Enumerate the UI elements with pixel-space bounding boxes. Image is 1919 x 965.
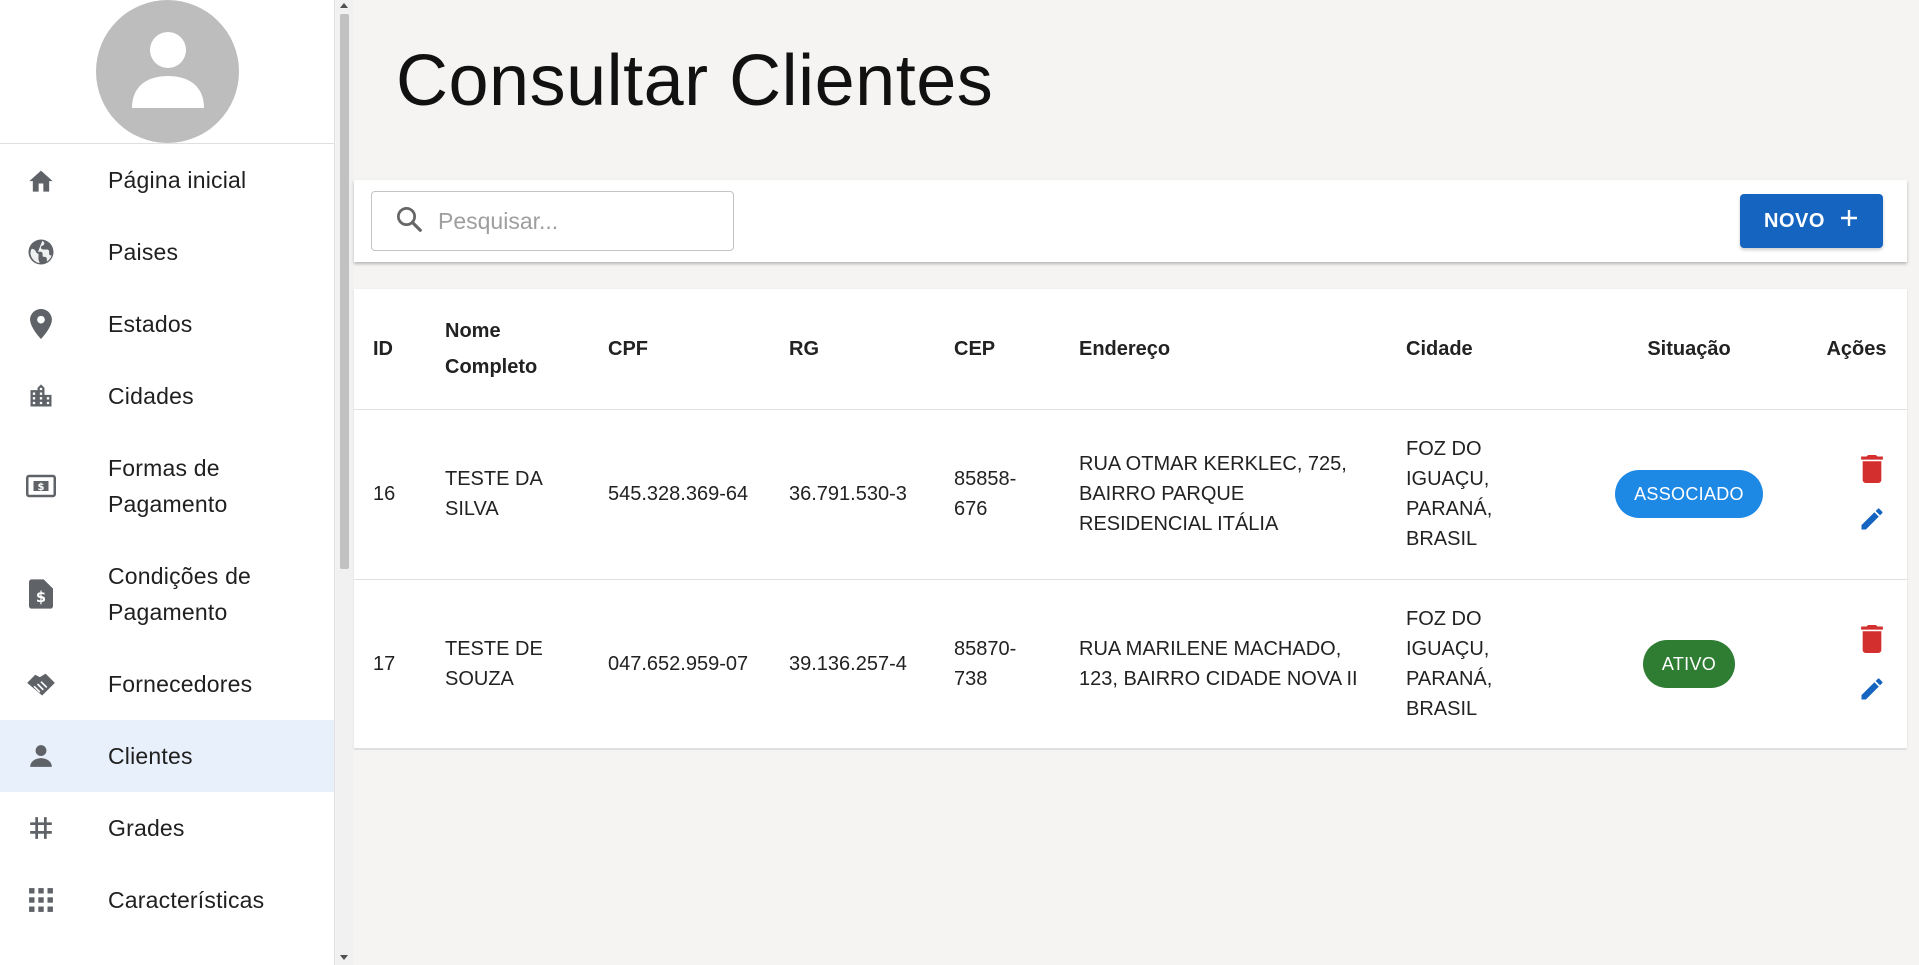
money-icon: $ (26, 471, 56, 501)
sidebar: Página inicial Paises Estados Cidades $ … (0, 0, 335, 965)
svg-text:$: $ (36, 589, 46, 606)
cell-situacao: ATIVO (1572, 579, 1806, 750)
cell-id: 17 (354, 579, 445, 750)
sidebar-item-formas-de-pagamento[interactable]: $ Formas de Pagamento (0, 432, 334, 540)
cell-id: 16 (354, 409, 445, 580)
sidebar-item-label: Características (108, 887, 265, 913)
toolbar: NOVO (354, 180, 1907, 262)
novo-button[interactable]: NOVO (1740, 194, 1883, 248)
cell-acoes (1806, 409, 1907, 580)
avatar-container (0, 0, 334, 144)
globe-icon (26, 237, 56, 267)
trash-icon (1860, 455, 1883, 483)
person-silhouette-icon (131, 32, 204, 108)
cell-endereco: RUA MARILENE MACHADO, 123, BAIRRO CIDADE… (1079, 579, 1406, 750)
sidebar-item-estados[interactable]: Estados (0, 288, 334, 360)
sidebar-item-paises[interactable]: Paises (0, 216, 334, 288)
sidebar-item-label: Formas de Pagamento (108, 455, 228, 517)
search-input[interactable] (438, 207, 718, 235)
city-icon (26, 381, 56, 411)
sidebar-item-label: Grades (108, 815, 185, 841)
svg-text:$: $ (38, 482, 45, 493)
table-row: 17 TESTE DE SOUZA 047.652.959-07 39.136.… (354, 579, 1907, 750)
pencil-icon (1861, 508, 1883, 530)
novo-button-label: NOVO (1764, 209, 1825, 232)
column-header-rg[interactable]: RG (789, 289, 954, 410)
column-header-id[interactable]: ID (354, 289, 445, 410)
cell-endereco: RUA OTMAR KERKLEC, 725, BAIRRO PARQUE RE… (1079, 409, 1406, 580)
table-row: 16 TESTE DA SILVA 545.328.369-64 36.791.… (354, 409, 1907, 580)
cell-nome: TESTE DA SILVA (445, 409, 608, 580)
avatar[interactable] (95, 0, 239, 143)
status-badge: ASSOCIADO (1615, 470, 1763, 518)
clients-table: ID Nome Completo CPF RG CEP Endereço Cid… (354, 289, 1907, 750)
sidebar-item-label: Cidades (108, 383, 194, 409)
status-badge: ATIVO (1642, 640, 1736, 688)
sidebar-scrollbar-thumb[interactable] (340, 14, 349, 569)
invoice-icon: $ (26, 579, 56, 609)
sidebar-item-label: Clientes (108, 743, 193, 769)
sidebar-item-label: Paises (108, 239, 179, 265)
clients-table-card: ID Nome Completo CPF RG CEP Endereço Cid… (354, 289, 1907, 750)
edit-button[interactable] (1854, 501, 1890, 537)
pencil-icon (1861, 678, 1883, 700)
trash-icon (1860, 625, 1883, 653)
plus-icon (1839, 208, 1859, 234)
sidebar-item-label: Página inicial (108, 167, 247, 193)
column-header-cep[interactable]: CEP (954, 289, 1079, 410)
cell-cep: 85870-738 (954, 579, 1079, 750)
scroll-up-arrow-icon[interactable] (340, 3, 348, 8)
cell-cep: 85858-676 (954, 409, 1079, 580)
location-pin-icon (26, 309, 56, 339)
search-box[interactable] (371, 191, 734, 251)
hash-icon (26, 813, 56, 843)
cell-situacao: ASSOCIADO (1572, 409, 1806, 580)
edit-button[interactable] (1854, 671, 1890, 707)
column-header-cidade[interactable]: Cidade (1406, 289, 1572, 410)
column-header-acoes: Ações (1806, 289, 1907, 410)
delete-button[interactable] (1854, 621, 1890, 657)
sidebar-item-condicoes-de-pagamento[interactable]: $ Condições de Pagamento (0, 540, 334, 648)
cell-cidade: FOZ DO IGUAÇU, PARANÁ, BRASIL (1406, 409, 1572, 580)
sidebar-item-pagina-inicial[interactable]: Página inicial (0, 144, 334, 216)
sidebar-nav: Página inicial Paises Estados Cidades $ … (0, 144, 334, 936)
delete-button[interactable] (1854, 451, 1890, 487)
person-icon (26, 741, 56, 771)
page-title: Consultar Clientes (396, 41, 994, 121)
sidebar-item-label: Fornecedores (108, 671, 253, 697)
handshake-icon (26, 669, 56, 699)
search-icon (394, 204, 424, 239)
sidebar-item-caracteristicas[interactable]: Características (0, 864, 334, 936)
sidebar-item-cidades[interactable]: Cidades (0, 360, 334, 432)
cell-cidade: FOZ DO IGUAÇU, PARANÁ, BRASIL (1406, 579, 1572, 750)
table-header-row: ID Nome Completo CPF RG CEP Endereço Cid… (354, 289, 1907, 410)
cell-nome: TESTE DE SOUZA (445, 579, 608, 750)
sidebar-item-grades[interactable]: Grades (0, 792, 334, 864)
cell-rg: 36.791.530-3 (789, 409, 954, 580)
cell-cpf: 047.652.959-07 (608, 579, 789, 750)
column-header-cpf[interactable]: CPF (608, 289, 789, 410)
column-header-endereco[interactable]: Endereço (1079, 289, 1406, 410)
sidebar-item-fornecedores[interactable]: Fornecedores (0, 648, 334, 720)
column-header-nome[interactable]: Nome Completo (445, 289, 608, 410)
cell-cpf: 545.328.369-64 (608, 409, 789, 580)
cell-rg: 39.136.257-4 (789, 579, 954, 750)
apps-grid-icon (26, 885, 56, 915)
sidebar-item-label: Estados (108, 311, 193, 337)
sidebar-item-label: Condições de Pagamento (108, 563, 252, 625)
cell-acoes (1806, 579, 1907, 750)
sidebar-item-clientes[interactable]: Clientes (0, 720, 334, 792)
scroll-down-arrow-icon[interactable] (340, 955, 348, 960)
home-icon (26, 165, 56, 195)
column-header-situacao[interactable]: Situação (1572, 289, 1806, 410)
